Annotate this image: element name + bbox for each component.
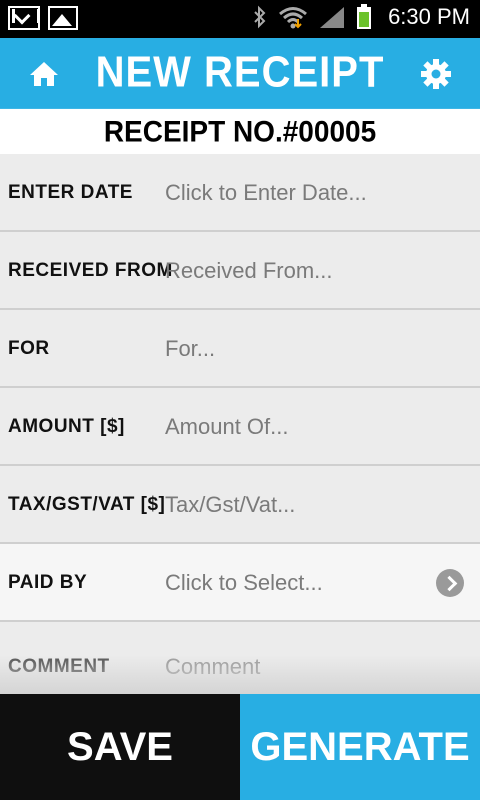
clock: 6:30 PM [388,4,470,29]
signal-icon [318,5,346,29]
date-field[interactable]: Click to Enter Date... [165,154,367,232]
for-label: FOR [8,338,50,359]
bluetooth-icon [252,5,268,29]
generate-button[interactable]: GENERATE [240,694,480,800]
form-row-for[interactable]: FOR For... [0,310,480,388]
form-row-amount[interactable]: AMOUNT [$] Amount Of... [0,388,480,466]
for-field[interactable]: For... [165,310,215,388]
gallery-icon [48,6,78,30]
received-from-field[interactable]: Received From... [165,232,333,310]
status-bar: 6:30 PM [0,0,480,38]
form-row-tax[interactable]: TAX/GST/VAT [$] Tax/Gst/Vat... [0,466,480,544]
scroll-fade [0,655,480,695]
form-row-date[interactable]: ENTER DATE Click to Enter Date... [0,154,480,232]
receipt-form: ENTER DATE Click to Enter Date... RECEIV… [0,154,480,694]
form-row-paid-by[interactable]: PAID BY Click to Select... [0,544,480,622]
date-label: ENTER DATE [8,182,133,203]
chevron-right-icon[interactable] [436,569,464,597]
app-header: NEW RECEIPT [0,38,480,110]
save-button[interactable]: SAVE [0,694,240,800]
amount-field[interactable]: Amount Of... [165,388,289,466]
receipt-number: RECEIPT NO.#00005 [0,108,480,156]
page-title: NEW RECEIPT [95,47,385,97]
gmail-icon [8,6,40,30]
battery-icon [356,4,372,30]
notification-icons [8,6,78,30]
system-icons: 6:30 PM [252,4,470,30]
paid-by-select[interactable]: Click to Select... [165,544,323,622]
tax-field[interactable]: Tax/Gst/Vat... [165,466,295,544]
wifi-icon [278,5,308,29]
gear-icon[interactable] [420,58,452,90]
amount-label: AMOUNT [$] [8,416,125,437]
received-from-label: RECEIVED FROM [8,260,173,281]
paid-by-label: PAID BY [8,572,88,593]
form-row-received-from[interactable]: RECEIVED FROM Received From... [0,232,480,310]
tax-label: TAX/GST/VAT [$] [8,494,166,515]
